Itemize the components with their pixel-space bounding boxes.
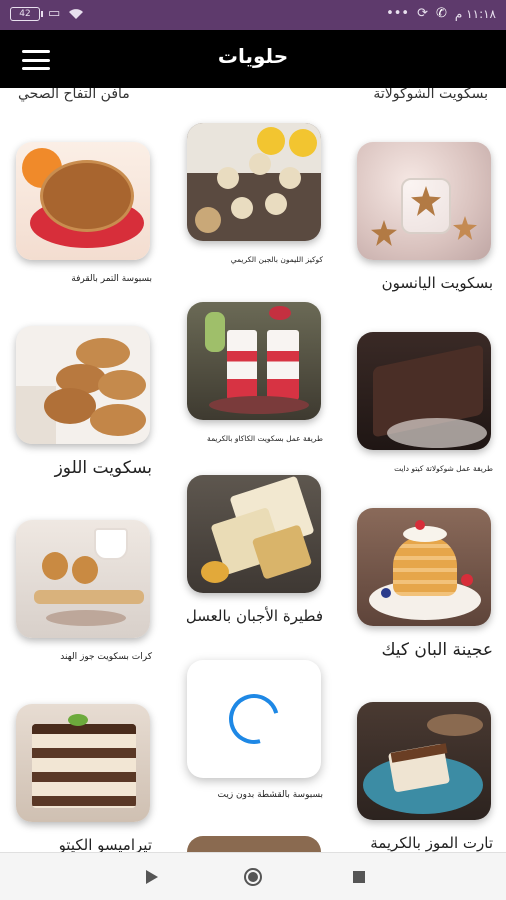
recipe-title: فطيرة الأجبان بالعسل	[185, 607, 323, 625]
recipe-title: تارت الموز بالكريمة	[370, 834, 493, 852]
sim-icon: ▭	[48, 6, 61, 21]
recipe-image	[357, 508, 491, 626]
recipe-card-pancake-batter[interactable]: عجينة البان كيك	[357, 508, 497, 660]
recipe-image	[16, 142, 150, 260]
recipe-title: طريقة عمل شوكولاتة كيتو دايت	[394, 464, 493, 473]
recipe-image	[16, 326, 150, 444]
recipe-title: بسكويت اللوز	[54, 458, 152, 478]
recipe-card-honey-cheese-pie[interactable]: فطيرة الأجبان بالعسل	[186, 475, 327, 625]
page-title: حلويات	[217, 44, 289, 68]
recipe-grid[interactable]: مافن التفاح الصحي بسكويت الشوكولاتة بسبو…	[0, 88, 506, 852]
whatsapp-icon: ✆	[436, 6, 447, 21]
app-bar: حلويات	[0, 30, 506, 88]
home-nav-icon[interactable]	[243, 867, 263, 887]
status-bar: 42 ▭ ••• ⟳ ✆ ١١:١٨ م	[0, 0, 506, 30]
recipe-card-lemon-cookies[interactable]: كوكيز الليمون بالجبن الكريمي	[187, 123, 327, 264]
recipe-title: عجينة البان كيك	[381, 640, 493, 660]
recipe-image	[16, 520, 150, 638]
recipe-card-keto-chocolate[interactable]: طريقة عمل شوكولاتة كيتو دايت	[357, 332, 497, 473]
recipe-image	[187, 475, 321, 593]
battery-level: 42	[19, 9, 31, 19]
recipe-title: بسبوسة بالقشطة بدون زيت	[217, 790, 324, 800]
partial-card-image[interactable]	[187, 836, 321, 852]
status-bar-time: ١١:١٨ م	[454, 7, 496, 21]
recipe-image	[187, 123, 321, 241]
more-icon: •••	[386, 6, 410, 21]
recipe-card-basbousa-qishta[interactable]: بسبوسة بالقشطة بدون زيت	[187, 660, 327, 800]
recipe-card-anise-biscuits[interactable]: بسكويت اليانسون	[357, 142, 497, 292]
recipe-title: تيراميسو الكيتو	[58, 836, 152, 852]
system-nav-bar	[0, 852, 506, 900]
recipe-card-date-basbousa[interactable]: بسبوسة التمر بالقرفة	[16, 142, 156, 284]
recipe-card-cocoa-cream[interactable]: طريقة عمل بسكويت الكاكاو بالكريمة	[187, 302, 327, 443]
recipe-image	[187, 302, 321, 420]
partial-caption-left[interactable]: مافن التفاح الصحي	[18, 88, 130, 102]
recipe-card-banana-tart[interactable]: تارت الموز بالكريمة	[357, 702, 497, 852]
recipe-title: طريقة عمل بسكويت الكاكاو بالكريمة	[207, 434, 323, 443]
recipe-title: كرات بسكويت جوز الهند	[60, 652, 152, 662]
battery-icon: 42	[10, 7, 43, 21]
recents-nav-icon[interactable]	[349, 867, 369, 887]
recipe-card-coconut-balls[interactable]: كرات بسكويت جوز الهند	[16, 520, 156, 662]
recipe-image	[357, 332, 491, 450]
recipe-image	[357, 142, 491, 260]
recipe-image	[357, 702, 491, 820]
recipe-title: بسكويت اليانسون	[381, 274, 493, 292]
partial-caption-right[interactable]: بسكويت الشوكولاتة	[373, 88, 488, 102]
recipe-card-almond-biscuits[interactable]: بسكويت اللوز	[16, 326, 156, 478]
recipe-card-keto-tiramisu[interactable]: تيراميسو الكيتو	[16, 704, 156, 852]
recipe-title: بسبوسة التمر بالقرفة	[71, 274, 152, 284]
recipe-title: كوكيز الليمون بالجبن الكريمي	[230, 255, 323, 264]
sync-icon: ⟳	[417, 6, 429, 21]
wifi-icon	[69, 9, 84, 19]
back-nav-icon[interactable]	[142, 867, 162, 887]
recipe-image	[16, 704, 150, 822]
